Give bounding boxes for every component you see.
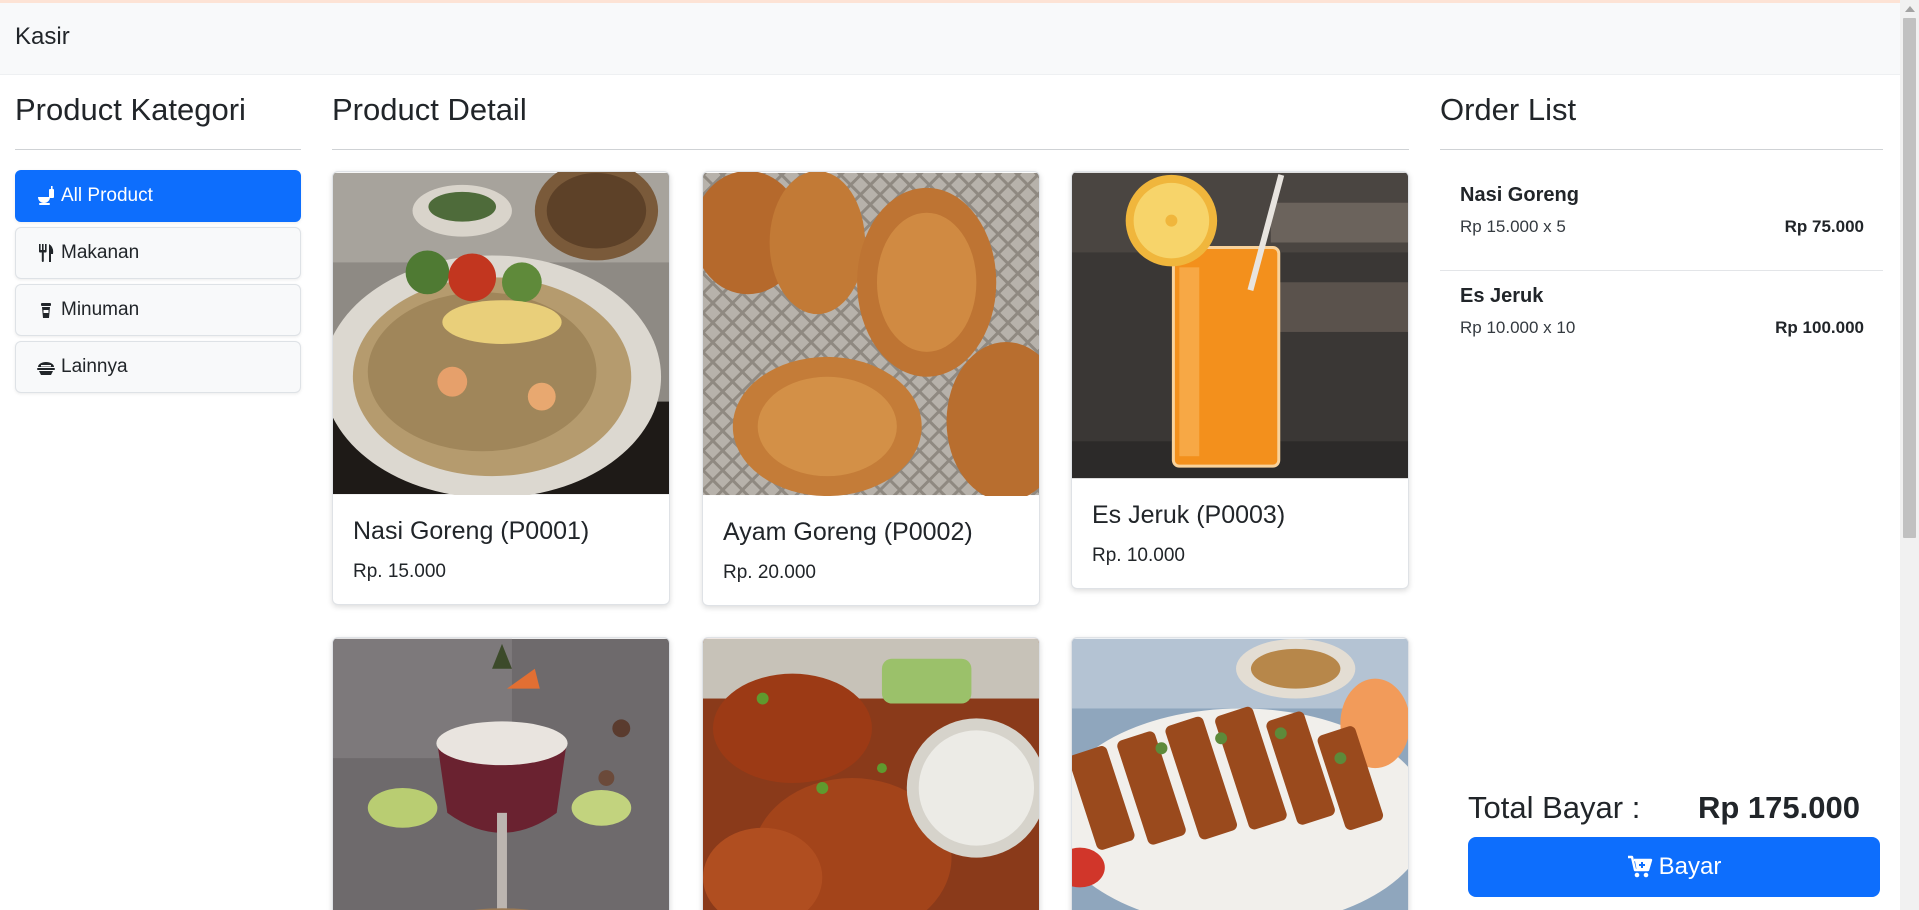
category-label: All Product [61,185,153,206]
utensils-icon [36,243,56,263]
product-price: Rp. 15.000 [353,561,446,582]
scroll-up-arrow-icon[interactable] [1905,6,1915,12]
product-card-6[interactable] [1071,637,1409,910]
pay-button-label: Bayar [1658,853,1722,880]
category-divider [15,149,301,150]
dish-icon [36,357,56,377]
navbar-brand[interactable]: Kasir [15,23,70,51]
order-item-name: Nasi Goreng [1460,184,1579,206]
category-makanan[interactable]: Makanan [15,227,301,279]
chicken-wings-photo [703,638,1039,910]
order-separator [1440,270,1883,271]
navbar: Kasir [0,3,1900,75]
category-label: Lainnya [61,356,128,377]
fried-chicken-photo [703,172,1039,496]
product-card-nasi-goreng[interactable]: Nasi Goreng (P0001) Rp. 15.000 [332,171,670,605]
product-name: Nasi Goreng (P0001) [353,517,590,545]
scroll-thumb[interactable] [1903,18,1916,538]
order-divider [1440,149,1883,150]
product-price: Rp. 20.000 [723,562,816,583]
product-price: Rp. 10.000 [1092,545,1185,566]
product-name: Ayam Goreng (P0002) [723,518,973,546]
total-value: Rp 175.000 [1698,790,1860,825]
category-all-product[interactable]: All Product [15,170,301,222]
category-lainnya[interactable]: Lainnya [15,341,301,393]
category-heading: Product Kategori [15,92,246,127]
fried-rice-photo [333,172,669,495]
product-card-es-jeruk[interactable]: Es Jeruk (P0003) Rp. 10.000 [1071,171,1409,589]
satay-photo [1072,638,1408,910]
product-card-4[interactable] [332,637,670,910]
order-item-qty: Rp 15.000 x 5 [1460,217,1566,236]
order-item-subtotal: Rp 75.000 [1784,217,1864,236]
category-label: Minuman [61,299,140,320]
product-heading: Product Detail [332,92,527,127]
total-label: Total Bayar : [1468,790,1641,825]
page-scrollbar[interactable] [1900,0,1919,910]
product-card-ayam-goreng[interactable]: Ayam Goreng (P0002) Rp. 20.000 [702,171,1040,606]
food-drink-icon [36,186,56,206]
category-label: Makanan [61,242,140,263]
order-item-subtotal: Rp 100.000 [1775,318,1864,337]
cup-icon [36,300,56,320]
pay-button[interactable]: Bayar [1468,837,1880,897]
product-divider [332,149,1409,150]
order-item-qty: Rp 10.000 x 10 [1460,318,1576,337]
order-item-name: Es Jeruk [1460,285,1544,307]
product-card-5[interactable] [702,637,1040,910]
cocktail-photo [333,638,669,910]
product-name: Es Jeruk (P0003) [1092,501,1286,529]
order-heading: Order List [1440,92,1577,127]
orange-juice-photo [1072,172,1408,479]
category-minuman[interactable]: Minuman [15,284,301,336]
cart-icon [1627,855,1652,878]
